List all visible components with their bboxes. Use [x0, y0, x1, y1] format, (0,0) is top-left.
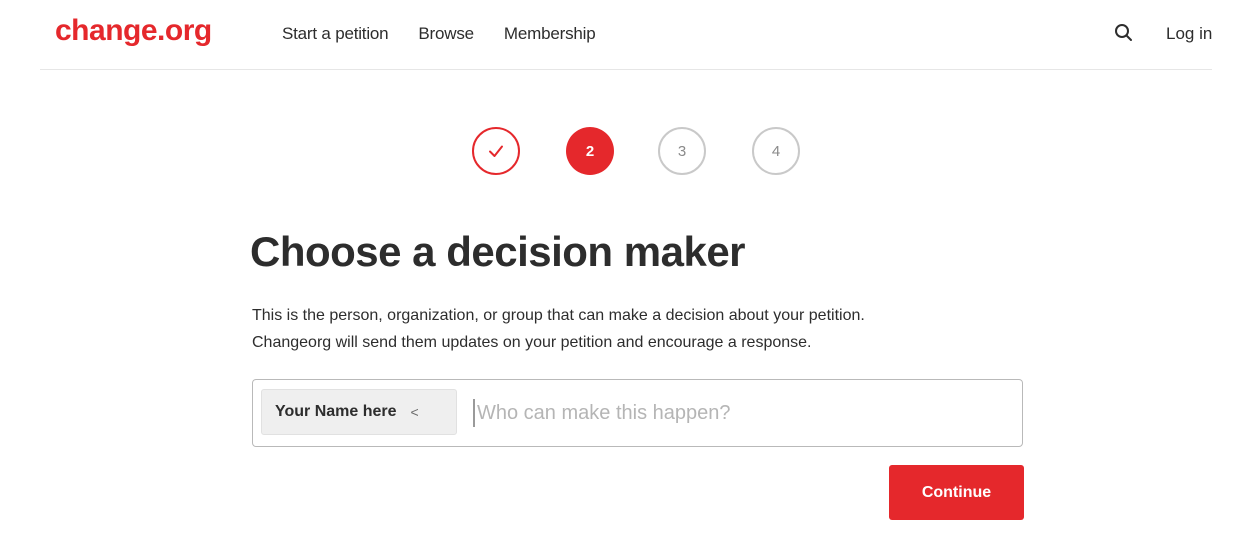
change-org-logo[interactable]: change.org [55, 14, 212, 48]
step-1-completed [472, 127, 520, 175]
main-nav: Start a petition Browse Membership [282, 24, 625, 44]
step-number: 4 [771, 142, 781, 160]
progress-stepper: 2 3 4 [472, 127, 812, 179]
page-description: This is the person, organization, or gro… [252, 302, 1052, 356]
step-2-current: 2 [566, 127, 614, 175]
decision-maker-chip: Your Name here < [261, 389, 457, 435]
nav-browse[interactable]: Browse [418, 24, 474, 44]
chip-label: Your Name here [275, 403, 397, 420]
page-title: Choose a decision maker [250, 228, 746, 275]
header-divider [40, 69, 1212, 70]
nav-membership[interactable]: Membership [504, 24, 596, 44]
login-link[interactable]: Log in [1166, 24, 1212, 44]
check-icon [489, 145, 503, 157]
continue-button[interactable]: Continue [889, 465, 1024, 520]
step-number: 3 [677, 142, 687, 160]
nav-start-petition[interactable]: Start a petition [282, 24, 389, 44]
step-4: 4 [752, 127, 800, 175]
close-icon[interactable]: < [411, 405, 419, 419]
description-line-2: Changeorg will send them updates on your… [252, 334, 812, 351]
top-header: change.org Start a petition Browse Membe… [0, 0, 1252, 70]
description-line-1: This is the person, organization, or gro… [252, 307, 865, 324]
search-icon[interactable] [1113, 22, 1135, 44]
decision-maker-field[interactable]: Your Name here < [252, 379, 1023, 447]
start-petition-page: change.org Start a petition Browse Membe… [0, 0, 1252, 545]
step-3: 3 [658, 127, 706, 175]
step-number: 2 [585, 142, 595, 160]
decision-maker-input[interactable] [471, 390, 1011, 436]
